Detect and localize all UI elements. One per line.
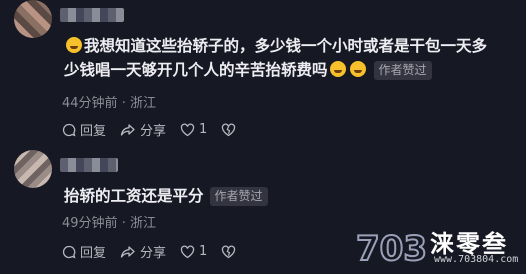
commenter-avatar[interactable]: [14, 150, 52, 188]
watermark-logo-text: 703: [356, 229, 427, 268]
reply-button[interactable]: 回复: [62, 120, 106, 139]
comment-location: 浙江: [129, 96, 156, 111]
reply-button[interactable]: 回复: [62, 242, 106, 261]
share-button[interactable]: 分享: [120, 242, 166, 261]
comment-time: 44分钟前: [62, 96, 118, 111]
commenter-name-blurred[interactable]: [60, 8, 124, 22]
comment-time: 49分钟前: [62, 216, 118, 231]
broken-heart-icon: [222, 123, 236, 136]
share-icon: [120, 123, 135, 136]
heart-icon: [180, 123, 195, 136]
like-button[interactable]: 1: [180, 122, 207, 137]
broken-heart-icon: [222, 245, 236, 258]
watermark-url: www.703804.com: [434, 254, 519, 265]
author-liked-badge: 作者赞过: [209, 187, 268, 206]
reply-label: 回复: [80, 246, 107, 261]
reply-label: 回复: [80, 124, 107, 139]
commenter-avatar[interactable]: [14, 0, 52, 38]
like-count: 1: [199, 244, 208, 259]
comment-location: 浙江: [129, 216, 156, 231]
dislike-button[interactable]: [221, 245, 240, 259]
reply-icon: [62, 123, 76, 136]
share-label: 分享: [140, 124, 167, 139]
watermark-logo-icon: 703: [355, 228, 428, 268]
comment-meta: 49分钟前 · 浙江: [62, 212, 156, 231]
comment-actions: 回复 分享 1: [62, 120, 254, 139]
comment-meta: 44分钟前 · 浙江: [62, 92, 156, 111]
comment-line: 抬轿的工资还是平分: [64, 187, 204, 205]
comment-text: 我想知道这些抬轿子的，多少钱一个小时或者是干包一天多 少钱唱一天够开几个人的辛苦…: [64, 34, 524, 82]
heart-icon: [180, 245, 195, 258]
dislike-button[interactable]: [221, 123, 240, 137]
laughing-emoji-icon: [349, 61, 366, 77]
like-button[interactable]: 1: [180, 244, 207, 259]
share-button[interactable]: 分享: [120, 120, 166, 139]
share-label: 分享: [140, 246, 167, 261]
comment-actions: 回复 分享 1: [62, 242, 254, 261]
like-count: 1: [199, 122, 208, 137]
comment-line-1: 我想知道这些抬轿子的，多少钱一个小时或者是干包一天多: [84, 37, 488, 55]
meta-separator: ·: [121, 216, 126, 231]
grinning-sweat-emoji-icon: [66, 37, 82, 53]
laughing-emoji-icon: [329, 61, 346, 77]
share-icon: [120, 245, 135, 258]
commenter-name-blurred[interactable]: [60, 158, 118, 172]
reply-icon: [62, 245, 76, 258]
comment-text: 抬轿的工资还是平分 作者赞过: [64, 184, 268, 208]
author-liked-badge: 作者赞过: [373, 61, 432, 80]
meta-separator: ·: [121, 96, 126, 111]
comment-line-2: 少钱唱一天够开几个人的辛苦抬轿费吗: [64, 61, 328, 79]
site-watermark: 703 涞零叁 www.703804.com: [354, 222, 526, 274]
